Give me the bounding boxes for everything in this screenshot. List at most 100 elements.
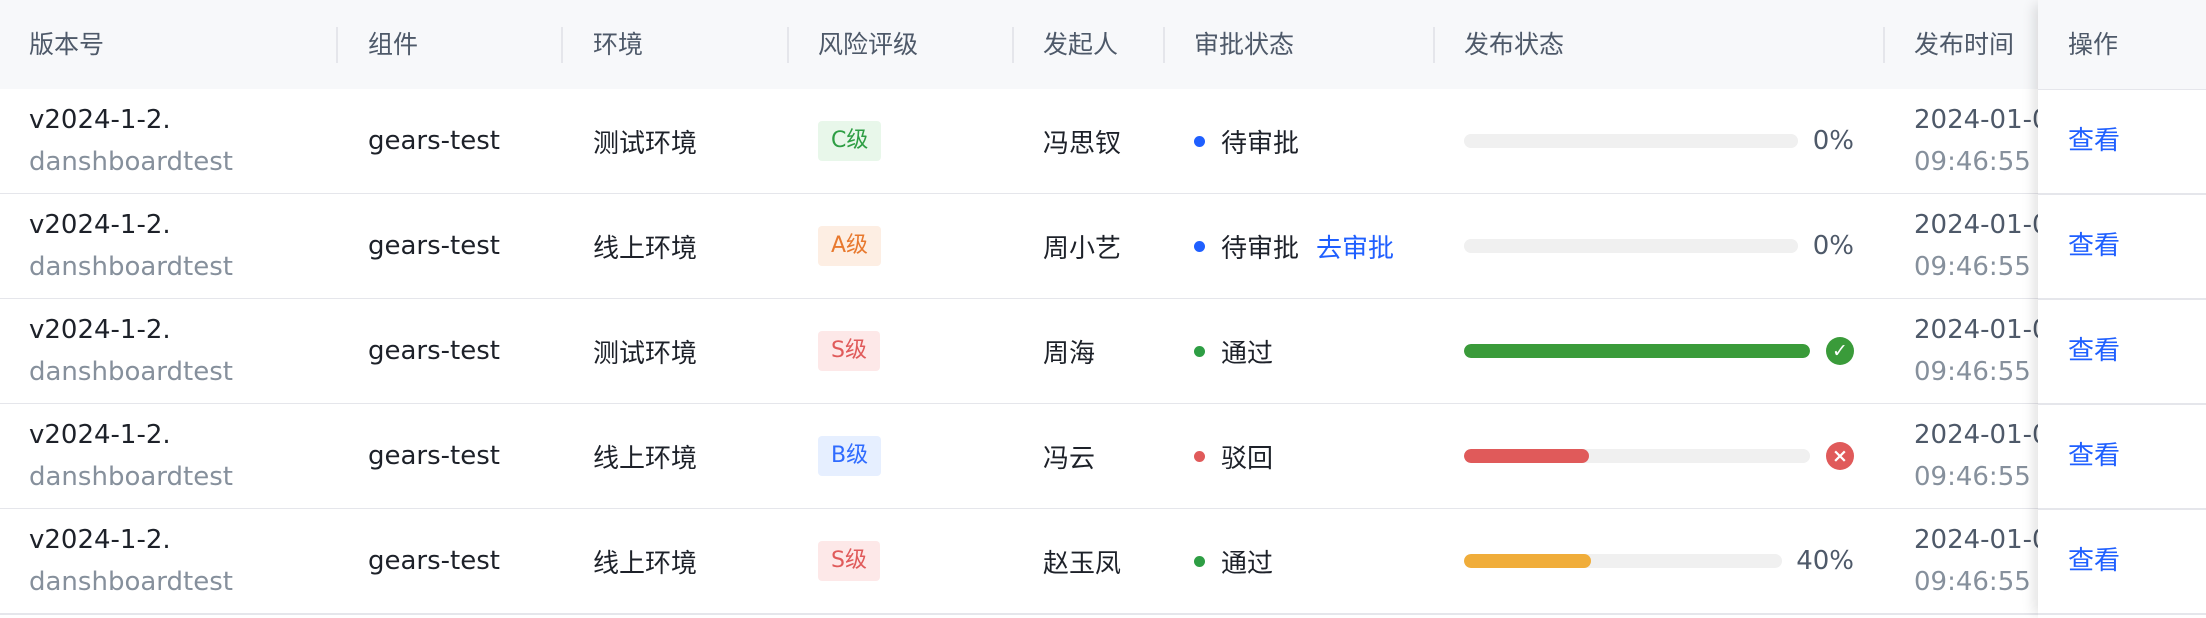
release-progress-bar xyxy=(1464,134,1798,148)
approval-status: 通过 xyxy=(1194,299,1273,403)
status-dot-icon xyxy=(1194,555,1205,567)
release-progress-percent: 40% xyxy=(1796,546,1854,576)
release-time: 09:46:55 xyxy=(1914,357,2031,387)
environment: 线上环境 xyxy=(593,548,698,579)
approval-status: 待审批 去审批 xyxy=(1194,194,1394,298)
header-approval: 审批状态 xyxy=(1194,30,1295,59)
approval-status: 待审批 xyxy=(1194,89,1299,193)
environment: 测试环境 xyxy=(593,338,698,369)
header-initiator: 发起人 xyxy=(1043,30,1119,59)
component-name: gears-test xyxy=(368,441,500,471)
release-progress-percent: 0% xyxy=(1812,126,1854,156)
approval-status-label: 驳回 xyxy=(1221,443,1274,474)
status-dot-icon xyxy=(1194,240,1205,252)
release-progress-bar xyxy=(1464,239,1798,253)
risk-level-tag: C级 xyxy=(818,121,882,161)
header-release: 发布状态 xyxy=(1464,30,1565,59)
table-header: 版本号 组件 环境 风险评级 发起人 审批状态 发布状态 发布时间 xyxy=(0,0,2206,90)
initiator-name: 周海 xyxy=(1043,338,1096,369)
action-cell: 查看 xyxy=(2038,299,2206,405)
check-circle-icon: ✓ xyxy=(1826,337,1854,365)
header-risk: 风险评级 xyxy=(818,30,919,59)
header-version: 版本号 xyxy=(29,30,105,59)
version-number: v2024-1-2. xyxy=(29,105,171,135)
header-component: 组件 xyxy=(368,30,419,59)
view-link[interactable]: 查看 xyxy=(2068,89,2120,193)
component-name: gears-test xyxy=(368,231,500,261)
approval-status-label: 通过 xyxy=(1221,548,1274,579)
action-cell: 查看 xyxy=(2038,509,2206,615)
release-progress-bar xyxy=(1464,449,1810,463)
release-time: 09:46:55 xyxy=(1914,462,2031,492)
fixed-action-column: 操作 查看 查看 查看 查看 查看 xyxy=(2038,0,2206,618)
version-number: v2024-1-2. xyxy=(29,525,171,555)
approval-status-label: 待审批 xyxy=(1221,233,1300,264)
view-link[interactable]: 查看 xyxy=(2068,194,2120,298)
approval-status-label: 待审批 xyxy=(1221,128,1300,159)
close-circle-icon: × xyxy=(1826,442,1854,470)
version-number: v2024-1-2. xyxy=(29,315,171,345)
version-suffix: danshboardtest xyxy=(29,462,233,492)
initiator-name: 周小艺 xyxy=(1043,233,1122,264)
release-progress-fill xyxy=(1464,449,1589,463)
release-progress-percent: 0% xyxy=(1812,231,1854,261)
action-cell: 查看 xyxy=(2038,404,2206,510)
release-progress-fill xyxy=(1464,554,1592,568)
header-divider xyxy=(787,27,789,63)
header-divider xyxy=(1433,27,1435,63)
table-row: v2024-1-2. danshboardtest gears-test 线上环境 A级… xyxy=(0,194,2206,300)
component-name: gears-test xyxy=(368,546,500,576)
risk-level-tag: S级 xyxy=(818,541,880,581)
risk-level-cell: S级 xyxy=(818,299,880,403)
version-suffix: danshboardtest xyxy=(29,357,233,387)
action-cell: 查看 xyxy=(2038,89,2206,195)
release-date: 2024-01-0 xyxy=(1914,420,2049,450)
risk-level-cell: A级 xyxy=(818,194,882,298)
release-progress-bar xyxy=(1464,554,1782,568)
version-suffix: danshboardtest xyxy=(29,147,233,177)
release-time: 09:46:55 xyxy=(1914,252,2031,282)
version-suffix: danshboardtest xyxy=(29,252,233,282)
header-divider xyxy=(1163,27,1165,63)
approval-status: 驳回 xyxy=(1194,404,1273,508)
action-cell: 查看 xyxy=(2038,194,2206,300)
version-suffix: danshboardtest xyxy=(29,567,233,597)
view-link[interactable]: 查看 xyxy=(2068,299,2120,403)
approval-status: 通过 xyxy=(1194,509,1273,613)
release-date: 2024-01-0 xyxy=(1914,525,2049,555)
release-date: 2024-01-0 xyxy=(1914,210,2049,240)
release-progress-fill xyxy=(1464,344,1810,358)
view-link[interactable]: 查看 xyxy=(2068,509,2120,613)
status-dot-icon xyxy=(1194,345,1205,357)
environment: 线上环境 xyxy=(593,233,698,264)
approval-status-label: 通过 xyxy=(1221,338,1274,369)
release-table: 版本号 组件 环境 风险评级 发起人 审批状态 发布状态 发布时间 v2024-… xyxy=(0,0,2206,618)
table-row: v2024-1-2. danshboardtest gears-test 线上环境 B级… xyxy=(0,404,2206,510)
header-env: 环境 xyxy=(593,30,644,59)
version-number: v2024-1-2. xyxy=(29,420,171,450)
header-divider xyxy=(336,27,338,63)
release-time: 09:46:55 xyxy=(1914,147,2031,177)
view-link[interactable]: 查看 xyxy=(2068,404,2120,508)
environment: 测试环境 xyxy=(593,128,698,159)
table-row: v2024-1-2. danshboardtest gears-test 测试环境 S级… xyxy=(0,299,2206,405)
component-name: gears-test xyxy=(368,126,500,156)
header-time: 发布时间 xyxy=(1914,30,2015,59)
release-time: 09:46:55 xyxy=(1914,567,2031,597)
status-dot-icon xyxy=(1194,135,1205,147)
version-number: v2024-1-2. xyxy=(29,210,171,240)
release-date: 2024-01-0 xyxy=(1914,105,2049,135)
initiator-name: 赵玉凤 xyxy=(1043,548,1122,579)
risk-level-cell: C级 xyxy=(818,89,882,193)
table-row: v2024-1-2. danshboardtest gears-test 测试环境 C级… xyxy=(0,89,2206,195)
go-approve-link[interactable]: 去审批 xyxy=(1316,228,1394,265)
release-progress-bar xyxy=(1464,344,1810,358)
header-action-label: 操作 xyxy=(2068,30,2119,59)
status-dot-icon xyxy=(1194,450,1205,462)
release-date: 2024-01-0 xyxy=(1914,315,2049,345)
environment: 线上环境 xyxy=(593,443,698,474)
risk-level-tag: S级 xyxy=(818,331,880,371)
initiator-name: 冯思钗 xyxy=(1043,128,1122,159)
header-divider xyxy=(1012,27,1014,63)
risk-level-tag: A级 xyxy=(818,226,882,266)
